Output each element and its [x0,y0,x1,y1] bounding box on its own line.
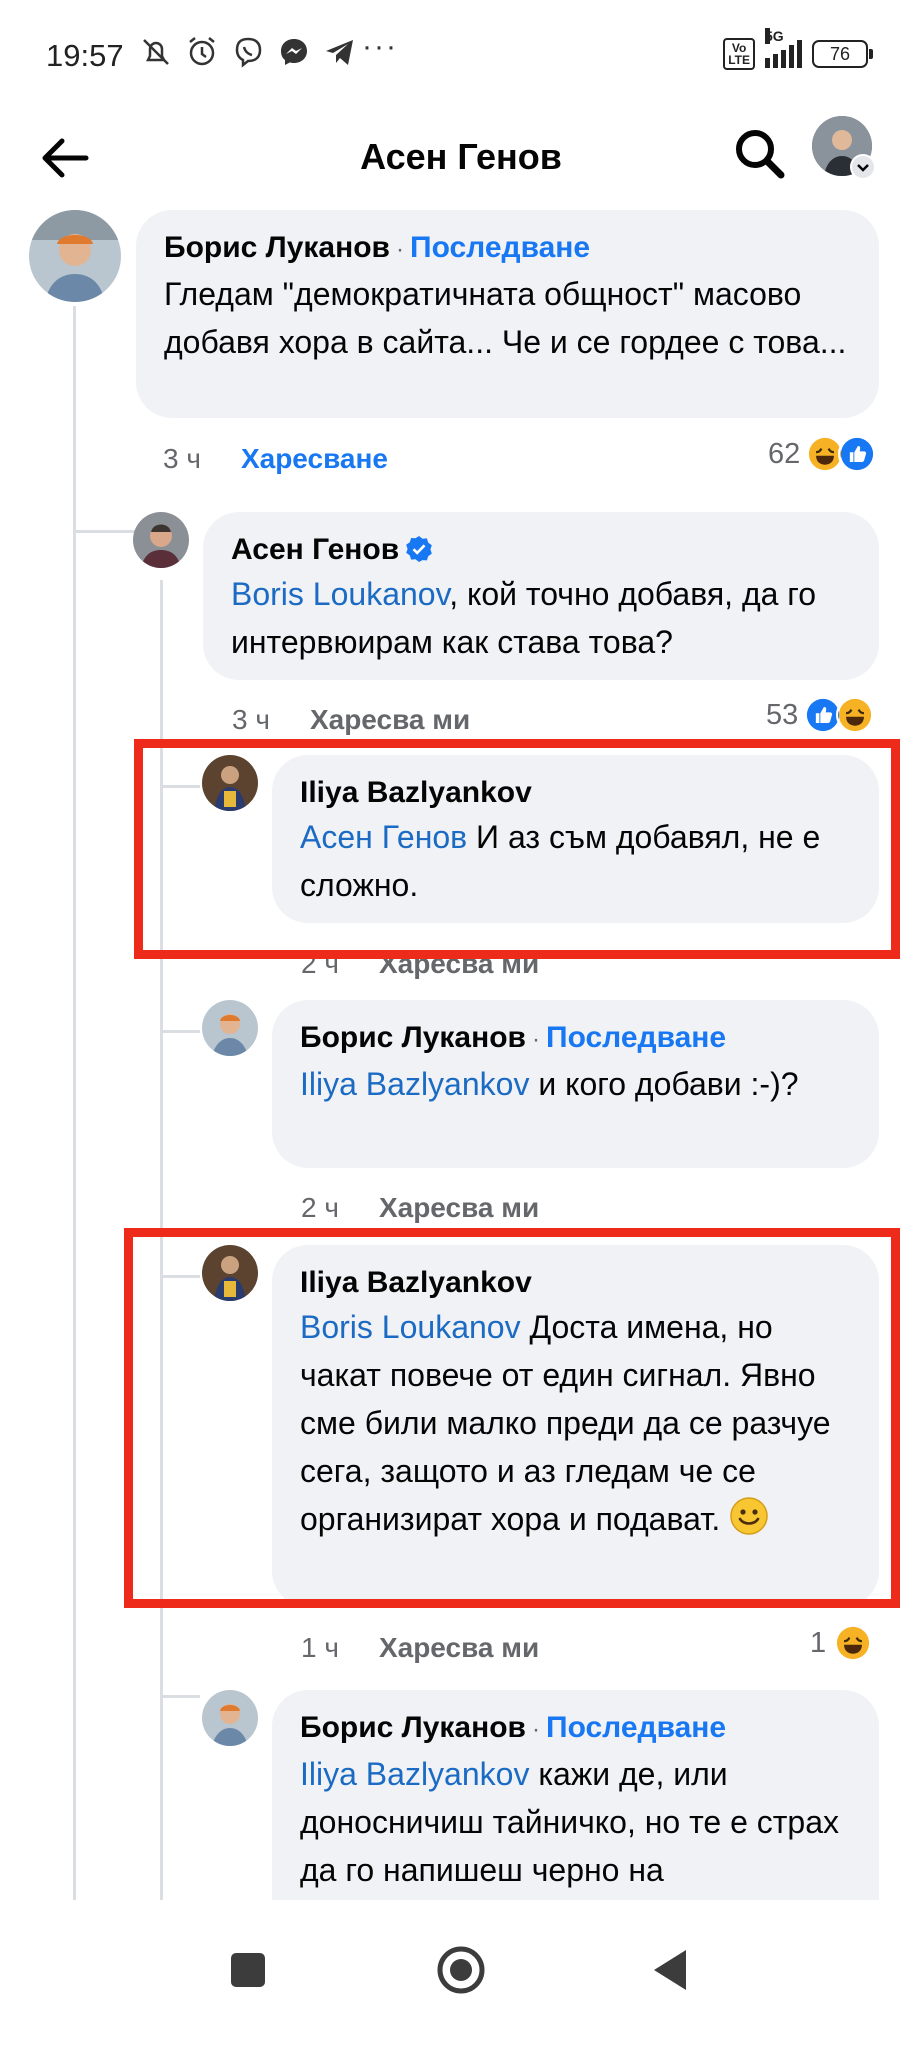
avatar[interactable] [202,1000,258,1056]
haha-reaction-icon [836,696,875,734]
thread-branch [160,1695,200,1698]
reaction-summary[interactable]: 53 [766,696,875,734]
system-icons: Vo LTE 5G 76 [723,28,873,70]
follow-button[interactable]: Последване [546,1021,726,1054]
chevron-down-icon[interactable] [850,154,876,180]
comment-meta: 3 ч Харесва ми [232,704,470,736]
follow-button[interactable]: Последване [546,1711,726,1744]
avatar[interactable] [202,1690,258,1746]
comment-text: и кого добави :-)? [529,1066,799,1102]
status-time: 19:57 [46,38,124,73]
verified-badge-icon [406,536,432,562]
home-button[interactable] [431,1940,491,2000]
comment-thread: Борис Луканов · Последване Гледам "демокра… [0,210,922,1970]
search-icon[interactable] [730,124,790,184]
thread-branch [73,530,141,533]
comment-time: 3 ч [163,443,201,474]
avatar[interactable] [29,210,121,302]
notification-icons [138,34,358,70]
volte-indicator: Vo LTE [723,38,755,70]
status-bar: 19:57 ··· Vo LTE 5G 76 [0,0,922,110]
mention-link[interactable]: Boris Loukanov [231,576,449,612]
reaction-count: 53 [766,698,799,731]
like-button[interactable]: Харесва ми [379,1632,539,1663]
follow-button[interactable]: Последване [410,231,590,264]
alarm-icon [189,37,215,66]
comment-time: 3 ч [232,704,270,735]
muted-bell-icon [143,39,169,65]
comment-bubble: Борис Луканов · Последване Гледам "демокра… [136,210,879,418]
like-button[interactable]: Харесване [241,443,388,474]
telegram-icon [326,40,353,65]
like-reaction-icon [838,435,877,473]
comment-text: Гледам "демократичната общност" масово д… [164,276,847,360]
app-header: Асен Генов [0,110,922,210]
viber-icon [235,37,262,68]
haha-reaction-icon [834,1624,873,1662]
reaction-summary[interactable]: 1 [810,1624,873,1662]
red-highlight-box [134,739,900,959]
comment-time: 2 ч [301,1192,339,1223]
like-button[interactable]: Харесва ми [310,704,470,735]
thread-line [73,306,76,1910]
comment-bubble: Асен Генов Boris Loukanov, кой точно доб… [203,512,879,680]
back-button[interactable] [642,1940,702,2000]
reaction-summary[interactable]: 62 [768,435,877,473]
reaction-count: 62 [768,437,801,470]
comment-time: 1 ч [301,1632,339,1663]
comment-meta: 1 ч Харесва ми [301,1632,539,1664]
comment-author[interactable]: Борис Луканов [300,1711,526,1744]
mention-link[interactable]: Iliya Bazlyankov [300,1756,529,1792]
signal-strength-icon: 5G [765,28,802,68]
status-more: ··· [362,30,398,63]
comment-author[interactable]: Борис Луканов [300,1021,526,1054]
comment-author[interactable]: Борис Луканов [164,231,390,264]
comment-meta: 3 ч Харесване [163,443,388,475]
like-button[interactable]: Харесва ми [379,1192,539,1223]
messenger-icon [281,39,307,65]
thread-branch [160,1030,200,1033]
avatar[interactable] [133,512,189,568]
red-highlight-box [124,1228,900,1608]
mention-link[interactable]: Iliya Bazlyankov [300,1066,529,1102]
comment-author[interactable]: Асен Генов [231,533,399,566]
comment-meta: 2 ч Харесва ми [301,1192,539,1224]
comment-bubble: Борис Луканов · Последване Iliya Bazlyanko… [272,1000,879,1168]
system-nav-bar [0,1900,922,2048]
recents-button[interactable] [218,1940,278,2000]
reaction-count: 1 [810,1626,827,1659]
battery-indicator: 76 [812,40,873,68]
